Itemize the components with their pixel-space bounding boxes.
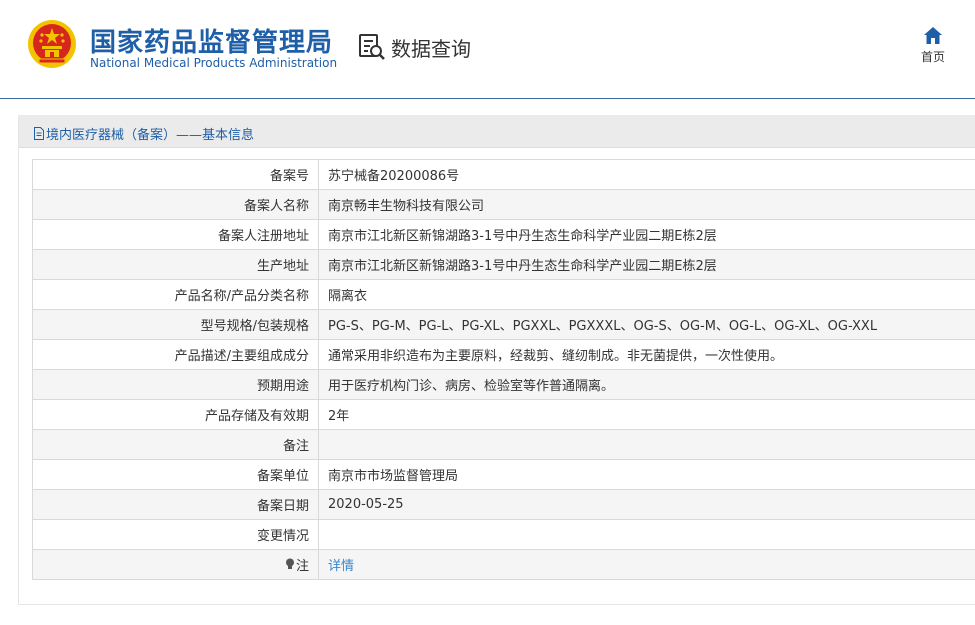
note-label: 注 — [295, 558, 309, 574]
data-query-heading: 数据查询 — [357, 30, 471, 64]
field-label: 预期用途 — [32, 369, 319, 400]
details-link[interactable]: 详情 — [328, 559, 354, 574]
table-row: 生产地址 南京市江北新区新锦湖路3-1号中丹生态生命科学产业园二期E栋2层 — [32, 249, 975, 280]
field-label: 备案日期 — [32, 489, 319, 520]
field-value: PG-S、PG-M、PG-L、PG-XL、PGXXL、PGXXXL、OG-S、O… — [318, 309, 975, 340]
field-value: 2年 — [318, 399, 975, 430]
agency-title-cn: 国家药品监督管理局 — [90, 28, 334, 58]
search-document-icon — [359, 34, 385, 60]
home-button[interactable]: 首页 — [912, 26, 954, 70]
national-emblem-icon — [28, 20, 76, 68]
field-value: 隔离衣 — [318, 279, 975, 310]
table-row: 预期用途 用于医疗机构门诊、病房、检验室等作普通隔离。 — [32, 369, 975, 400]
field-value: 南京畅丰生物科技有限公司 — [318, 189, 975, 220]
field-value — [318, 429, 975, 460]
field-value: 南京市江北新区新锦湖路3-1号中丹生态生命科学产业园二期E栋2层 — [318, 219, 975, 250]
table-row: 备案号 苏宁械备20200086号 — [32, 159, 975, 190]
field-label: 变更情况 — [32, 519, 319, 550]
field-label: 备案号 — [32, 159, 319, 190]
field-value: 南京市市场监督管理局 — [318, 459, 975, 490]
field-label: 产品存储及有效期 — [32, 399, 319, 430]
field-value — [318, 519, 975, 550]
field-value: 通常采用非织造布为主要原料，经裁剪、缝纫制成。非无菌提供，一次性使用。 — [318, 339, 975, 370]
header-divider — [0, 98, 975, 99]
field-label: 备案人注册地址 — [32, 219, 319, 250]
home-icon — [924, 27, 942, 44]
field-label: 产品描述/主要组成成分 — [32, 339, 319, 370]
field-label: 生产地址 — [32, 249, 319, 280]
note-value-cell: 详情 — [318, 549, 975, 580]
panel-header: 境内医疗器械（备案）——基本信息 — [19, 115, 975, 148]
panel-title: 境内医疗器械（备案）——基本信息 — [33, 124, 254, 143]
field-value: 用于医疗机构门诊、病房、检验室等作普通隔离。 — [318, 369, 975, 400]
table-row: 备案单位 南京市市场监督管理局 — [32, 459, 975, 490]
field-label: 产品名称/产品分类名称 — [32, 279, 319, 310]
table-row: 变更情况 — [32, 519, 975, 550]
table-row: 备案日期 2020-05-25 — [32, 489, 975, 520]
table-row: 备案人名称 南京畅丰生物科技有限公司 — [32, 189, 975, 220]
field-label: 型号规格/包装规格 — [32, 309, 319, 340]
data-query-label: 数据查询 — [391, 36, 471, 61]
table-row: 备案人注册地址 南京市江北新区新锦湖路3-1号中丹生态生命科学产业园二期E栋2层 — [32, 219, 975, 250]
field-value: 2020-05-25 — [318, 489, 975, 520]
table-row-note: 注 详情 — [32, 549, 975, 580]
table-row: 产品名称/产品分类名称 隔离衣 — [32, 279, 975, 310]
panel-title-text: 境内医疗器械（备案）——基本信息 — [46, 128, 255, 143]
home-label: 首页 — [920, 50, 945, 64]
table-row: 型号规格/包装规格 PG-S、PG-M、PG-L、PG-XL、PGXXL、PGX… — [32, 309, 975, 340]
record-info-table: 备案号 苏宁械备20200086号 备案人名称 南京畅丰生物科技有限公司 备案人… — [32, 159, 975, 580]
note-label-cell: 注 — [32, 549, 319, 580]
table-row: 产品描述/主要组成成分 通常采用非织造布为主要原料，经裁剪、缝纫制成。非无菌提供… — [32, 339, 975, 370]
field-label: 备案单位 — [32, 459, 319, 490]
document-icon — [34, 127, 44, 140]
lightbulb-icon — [285, 558, 294, 570]
field-value: 南京市江北新区新锦湖路3-1号中丹生态生命科学产业园二期E栋2层 — [318, 249, 975, 280]
table-row: 产品存储及有效期 2年 — [32, 399, 975, 430]
table-row: 备注 — [32, 429, 975, 460]
site-header: 国家药品监督管理局 National Medical Products Admi… — [0, 0, 975, 99]
field-label: 备注 — [32, 429, 319, 460]
note-label-wrap: 注 — [285, 555, 309, 574]
field-value: 苏宁械备20200086号 — [318, 159, 975, 190]
field-label: 备案人名称 — [32, 189, 319, 220]
agency-title-en: National Medical Products Administration — [90, 56, 338, 70]
